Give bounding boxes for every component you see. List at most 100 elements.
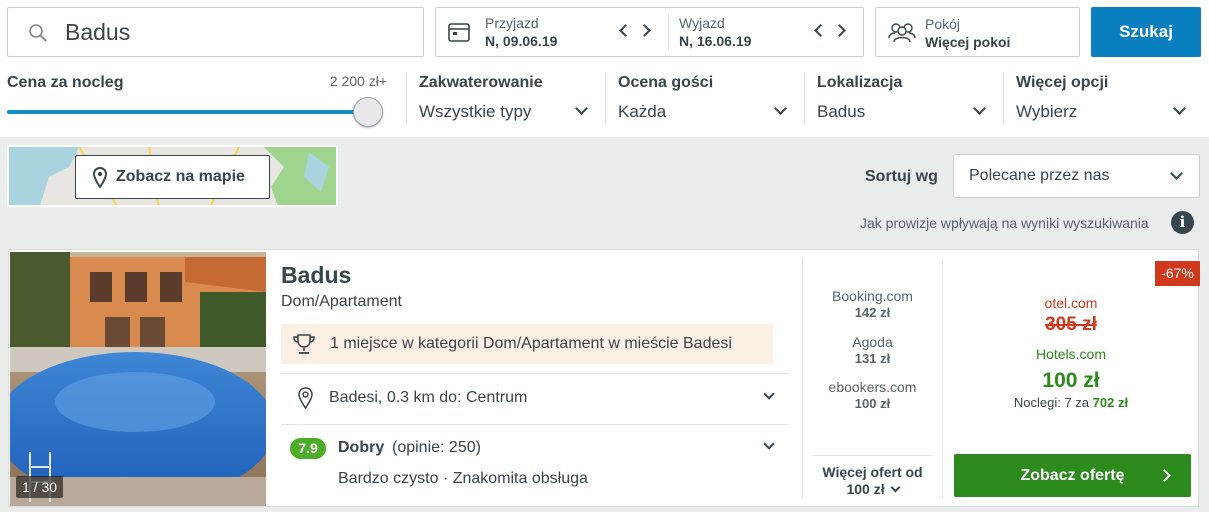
commission-note[interactable]: Jak prowizje wpływają na wyniki wyszukiw…: [860, 215, 1149, 231]
location-filter-label: Lokalizacja: [817, 74, 903, 91]
photo-counter-badge: 1 / 30: [16, 476, 64, 498]
date-picker: Przyjazd N, 09.06.19 Wyjazd N, 16.06.19: [435, 7, 864, 57]
hotel-type: Dom/Apartament: [281, 293, 402, 310]
accommodation-filter[interactable]: Zakwaterowanie Wszystkie typy: [419, 70, 595, 126]
other-offers: Booking.com 142 zł Agoda 131 zł ebookers…: [803, 250, 942, 506]
more-options-filter-value: Wybierz: [1016, 102, 1078, 121]
offer-item[interactable]: Agoda 131 zł: [803, 334, 942, 366]
price-filter-label: Cena za nocleg: [7, 74, 124, 91]
sort-dropdown[interactable]: Polecane przez nas: [953, 154, 1200, 198]
chevron-down-icon: [575, 102, 588, 115]
destination-search-field[interactable]: Badus: [7, 7, 424, 57]
view-offer-button[interactable]: Zobacz ofertę: [954, 454, 1191, 497]
filter-divider-1: [406, 72, 407, 124]
map-pin-icon: [93, 167, 107, 188]
rooms-value: Więcej pokoi: [925, 34, 1011, 50]
rating-filter-label: Ocena gości: [618, 74, 714, 91]
filter-divider-4: [1003, 72, 1004, 124]
filter-divider-2: [605, 72, 606, 124]
map-thumbnail[interactable]: Zobacz na mapie: [7, 145, 338, 207]
award-text: 1 miejsce w kategorii Dom/Apartament w m…: [330, 335, 732, 352]
rating-label: Dobry: [338, 439, 385, 456]
price-slider-fill: [7, 110, 367, 114]
location-pin-icon: [298, 387, 313, 409]
map-view-button[interactable]: Zobacz na mapie: [75, 155, 270, 199]
review-highlights: Bardzo czysto · Znakomita obsługa: [338, 470, 588, 487]
checkin-next-icon[interactable]: [638, 24, 651, 37]
rooms-label: Pokój: [925, 16, 961, 32]
more-options-filter[interactable]: Więcej opcji Wybierz: [1016, 70, 1192, 126]
nights-total-line: Noclegi: 7 za 702 zł: [943, 395, 1199, 410]
chevron-down-icon: [1170, 167, 1183, 180]
chevron-down-icon: [973, 102, 986, 115]
more-options-filter-label: Więcej opcji: [1016, 74, 1109, 91]
chevron-down-icon: [1173, 102, 1186, 115]
offer-price: 100 zł: [854, 396, 891, 411]
checkin-field[interactable]: Przyjazd N, 09.06.19: [436, 8, 668, 56]
rating-score-badge: 7.9: [290, 438, 326, 459]
award-banner: 1 miejsce w kategorii Dom/Apartament w m…: [281, 324, 773, 364]
sort-label: Sortuj wg: [865, 168, 938, 185]
accommodation-filter-label: Zakwaterowanie: [419, 74, 543, 91]
chevron-down-icon: [763, 438, 775, 450]
rating-row[interactable]: 7.9 Dobry (opinie: 250) Bardzo czysto · …: [281, 428, 789, 498]
rooms-selector[interactable]: Pokój Więcej pokoi: [875, 7, 1080, 57]
detail-divider-2: [281, 424, 789, 425]
search-button[interactable]: Szukaj: [1091, 7, 1201, 57]
search-button-label: Szukaj: [1119, 22, 1173, 41]
chevron-down-icon: [774, 102, 787, 115]
offer-item[interactable]: ebookers.com 100 zł: [803, 379, 942, 411]
accommodation-filter-value: Wszystkie typy: [419, 102, 532, 121]
offer-site: Agoda: [852, 334, 893, 350]
location-row[interactable]: Badesi, 0.3 km do: Centrum: [281, 375, 789, 421]
chevron-down-icon: [890, 482, 900, 493]
trophy-icon: [293, 334, 315, 354]
location-filter[interactable]: Lokalizacja Badus: [817, 70, 993, 126]
info-icon[interactable]: i: [1171, 211, 1194, 234]
checkout-field[interactable]: Wyjazd N, 16.06.19: [669, 8, 863, 56]
best-offer-site: Hotels.com: [1035, 346, 1107, 362]
rating-score: 7.9: [298, 440, 318, 456]
checkout-date: N, 16.06.19: [679, 33, 752, 49]
price-filter-max: 2 200 zł+: [329, 73, 387, 89]
nights-total: 702 zł: [1092, 395, 1129, 410]
offer-site: ebookers.com: [828, 379, 917, 395]
guests-icon: [888, 23, 916, 43]
hotel-result-card: 1 / 30 Badus Dom/Apartament 1 miejsce w …: [8, 249, 1200, 507]
offer-site: Booking.com: [832, 288, 913, 304]
more-offers-line1: Więcej ofert od: [822, 464, 923, 480]
hotel-name[interactable]: Badus: [281, 262, 351, 289]
more-offers-divider: [813, 455, 933, 456]
checkin-prev-icon[interactable]: [619, 24, 632, 37]
offer-item[interactable]: Booking.com 142 zł: [803, 288, 942, 320]
sort-value: Polecane przez nas: [969, 167, 1110, 184]
checkin-date: N, 09.06.19: [485, 33, 558, 49]
best-offer-price: 100 zł: [1042, 369, 1100, 392]
more-offers-button[interactable]: Więcej ofert od 100 zł: [803, 464, 942, 497]
checkin-label: Przyjazd: [485, 15, 539, 31]
price-slider-handle[interactable]: [353, 97, 383, 127]
detail-divider-1: [281, 373, 789, 374]
checkout-label: Wyjazd: [679, 15, 725, 31]
checkout-next-icon[interactable]: [833, 24, 846, 37]
rating-filter[interactable]: Ocena gości Każda: [618, 70, 794, 126]
offer-price: 131 zł: [854, 351, 891, 366]
more-offers-price: 100 zł: [846, 481, 885, 497]
rating-count: (opinie: 250): [392, 439, 481, 456]
location-filter-value: Badus: [817, 102, 866, 121]
search-input-value[interactable]: Badus: [65, 19, 130, 46]
filter-divider-3: [804, 72, 805, 124]
calendar-icon: [448, 23, 470, 42]
old-offer-price: 305 zł: [1045, 314, 1097, 335]
photo-counter: 1 / 30: [22, 479, 58, 495]
map-view-label: Zobacz na mapie: [116, 168, 245, 185]
price-filter: Cena za nocleg 2 200 zł+: [7, 70, 397, 127]
nights-prefix: Noclegi: 7 za: [1013, 395, 1090, 410]
old-offer-site: otel.com: [1044, 295, 1098, 311]
rating-filter-value: Każda: [618, 102, 667, 121]
chevron-down-icon: [763, 388, 775, 400]
hotel-photo[interactable]: 1 / 30: [10, 252, 266, 506]
checkout-prev-icon[interactable]: [814, 24, 827, 37]
search-icon: [29, 24, 47, 42]
location-text: Badesi, 0.3 km do: Centrum: [329, 389, 528, 406]
